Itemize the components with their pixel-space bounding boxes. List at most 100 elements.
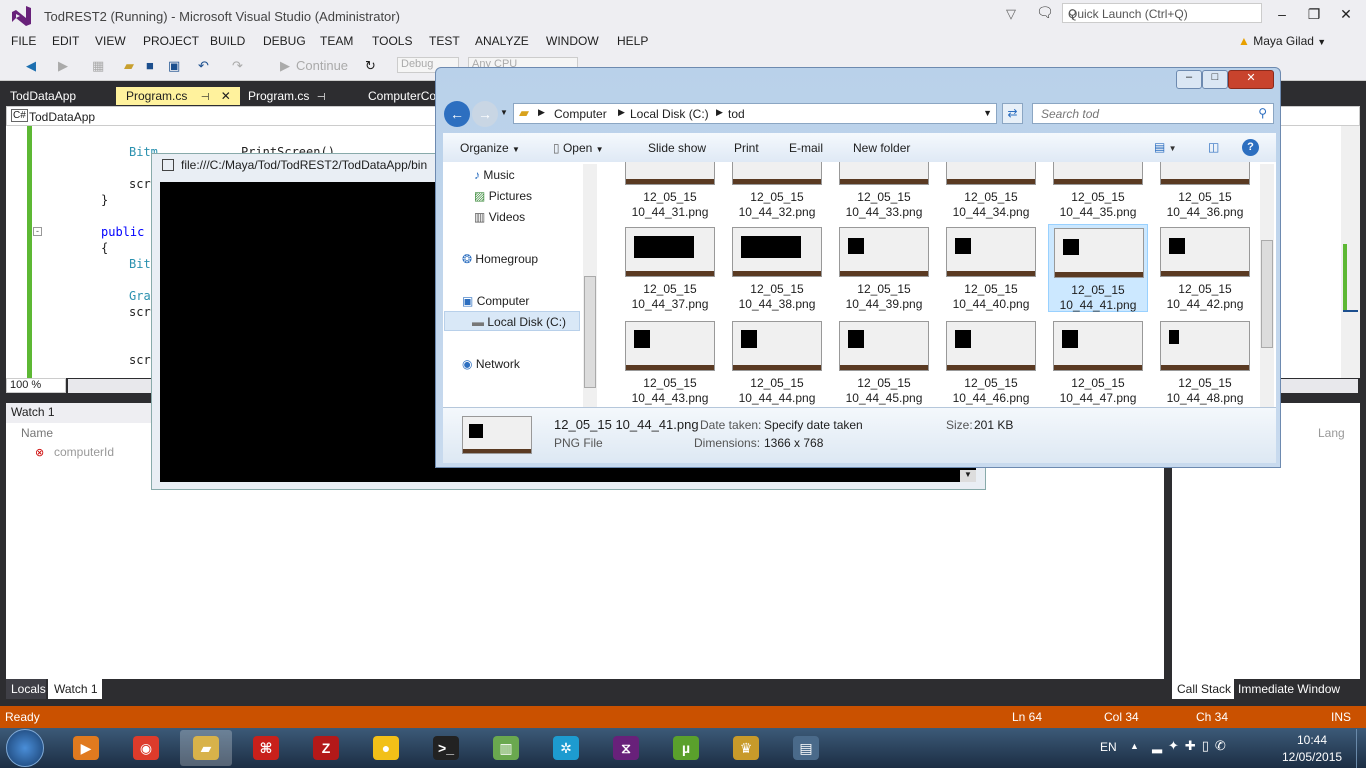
menu-window[interactable]: WINDOW: [546, 34, 599, 48]
continue-icon[interactable]: ▶: [280, 58, 290, 74]
menu-analyze[interactable]: ANALYZE: [475, 34, 529, 48]
save-all-icon[interactable]: ▣: [168, 58, 180, 74]
menu-file[interactable]: FILE: [11, 34, 36, 48]
file-item[interactable]: 12_05_15 10_44_31.png: [620, 162, 720, 220]
taskbar-utorrent[interactable]: µ: [660, 730, 712, 766]
search-input[interactable]: Search tod ⚲: [1032, 103, 1274, 124]
column-name[interactable]: Name: [21, 426, 53, 440]
taskbar-sourcetree[interactable]: ✲: [540, 730, 592, 766]
explorer-minimize-button[interactable]: –: [1176, 70, 1202, 89]
tab-immediate-window[interactable]: Immediate Window: [1238, 679, 1340, 696]
menu-team[interactable]: TEAM: [320, 34, 353, 48]
tab-computercontroller[interactable]: ComputerCo: [358, 87, 438, 105]
clock-time[interactable]: 10:44: [1297, 733, 1327, 747]
user-account[interactable]: ▲ Maya Gilad ▼: [1238, 34, 1326, 48]
menu-project[interactable]: PROJECT: [143, 34, 199, 48]
panel-menu-icon[interactable]: ▼ ⊣ ✕: [1310, 404, 1346, 417]
explorer-close-button[interactable]: ✕: [1228, 70, 1274, 89]
filter-icon[interactable]: ▽: [1006, 6, 1016, 22]
tray-expand-icon[interactable]: ▲: [1130, 741, 1139, 751]
taskbar-chrome[interactable]: ◉: [120, 730, 172, 766]
menu-debug[interactable]: DEBUG: [263, 34, 306, 48]
forward-icon[interactable]: ▶: [58, 58, 68, 74]
zoom-select[interactable]: 100 %: [6, 378, 66, 393]
taskbar-cmd[interactable]: >_: [420, 730, 472, 766]
explorer-maximize-button[interactable]: □: [1202, 70, 1228, 89]
file-item[interactable]: 12_05_15 10_44_38.png: [727, 224, 827, 312]
menu-test[interactable]: TEST: [429, 34, 460, 48]
tab-toddataapp[interactable]: TodDataApp: [0, 87, 84, 105]
new-folder-button[interactable]: New folder: [853, 141, 910, 155]
tab-program[interactable]: Program.cs ⊣: [238, 87, 333, 105]
view-options-icon[interactable]: ▤ ▼: [1154, 140, 1177, 154]
forward-button[interactable]: →: [472, 101, 498, 127]
file-item[interactable]: 12_05_15 10_44_39.png: [834, 224, 934, 312]
taskbar-app-window[interactable]: ▤: [780, 730, 832, 766]
show-desktop-button[interactable]: [1356, 729, 1366, 768]
breadcrumb-local-disk[interactable]: Local Disk (C:): [630, 107, 709, 121]
file-item[interactable]: 12_05_15 10_44_43.png: [620, 318, 720, 406]
minimize-button[interactable]: –: [1272, 6, 1292, 22]
close-tab-icon[interactable]: ✕: [221, 89, 231, 103]
open-folder-icon[interactable]: ▰: [124, 58, 134, 74]
continue-button[interactable]: Continue: [296, 58, 348, 73]
tab-program-active[interactable]: Program.cs ⊣ ✕: [116, 87, 240, 105]
watch-row-name[interactable]: computerId: [54, 445, 114, 459]
taskbar-acrobat[interactable]: ⌘: [240, 730, 292, 766]
nav-homegroup[interactable]: ❂ Homegroup: [462, 252, 538, 266]
file-item[interactable]: 12_05_15 10_44_32.png: [727, 162, 827, 220]
taskbar-visual-studio[interactable]: ⧖: [600, 730, 652, 766]
file-item[interactable]: 12_05_15 10_44_37.png: [620, 224, 720, 312]
taskbar-duck-app[interactable]: ●: [360, 730, 412, 766]
collapse-icon[interactable]: -: [33, 227, 42, 236]
taskbar-file-explorer[interactable]: ▰: [180, 730, 232, 766]
refresh-icon[interactable]: ↻: [365, 58, 376, 74]
file-item[interactable]: 12_05_15 10_44_36.png: [1155, 162, 1255, 220]
tab-watch1[interactable]: Watch 1: [48, 679, 102, 699]
file-item[interactable]: 12_05_15 10_44_46.png: [941, 318, 1041, 406]
file-item[interactable]: 12_05_15 10_44_44.png: [727, 318, 827, 406]
tray-icons[interactable]: ▂✦✚▯✆: [1152, 738, 1232, 754]
language-indicator[interactable]: EN: [1100, 740, 1117, 754]
nav-scroll-thumb[interactable]: [584, 276, 596, 388]
email-button[interactable]: E-mail: [789, 141, 823, 155]
pin-icon[interactable]: ⊣: [201, 92, 210, 103]
file-item[interactable]: 12_05_15 10_44_48.png: [1155, 318, 1255, 406]
taskbar-media-player[interactable]: ▶: [60, 730, 112, 766]
address-bar[interactable]: ▰ ▶ Computer ▶ Local Disk (C:) ▶ tod ▼: [513, 103, 997, 124]
taskbar-filezilla[interactable]: Z: [300, 730, 352, 766]
file-item[interactable]: 12_05_15 10_44_40.png: [941, 224, 1041, 312]
project-dropdown[interactable]: TodDataApp: [29, 110, 95, 124]
organize-button[interactable]: Organize ▼: [460, 141, 520, 155]
file-item[interactable]: 12_05_15 10_44_47.png: [1048, 318, 1148, 406]
taskbar-notepad-chart[interactable]: ▥: [480, 730, 532, 766]
save-icon[interactable]: ■: [146, 58, 154, 73]
detail-date-value[interactable]: Specify date taken: [764, 418, 863, 432]
breadcrumb-computer[interactable]: Computer: [554, 107, 607, 121]
slide-show-button[interactable]: Slide show: [648, 141, 706, 155]
restore-button[interactable]: ❐: [1304, 6, 1324, 23]
file-item[interactable]: 12_05_15 10_44_33.png: [834, 162, 934, 220]
recent-pages-icon[interactable]: ▼: [500, 108, 508, 117]
menu-view[interactable]: VIEW: [95, 34, 126, 48]
file-item[interactable]: 12_05_15 10_44_35.png: [1048, 162, 1148, 220]
redo-icon[interactable]: ↷: [232, 58, 243, 74]
taskbar-game-icon[interactable]: ♛: [720, 730, 772, 766]
nav-music[interactable]: ♪ Music: [474, 168, 515, 182]
undo-icon[interactable]: ↶: [198, 58, 209, 74]
files-scroll-thumb[interactable]: [1261, 240, 1273, 348]
nav-pictures[interactable]: ▨ Pictures: [474, 189, 532, 203]
open-button[interactable]: ▯ Open ▼: [553, 141, 604, 155]
tab-locals[interactable]: Locals: [6, 679, 46, 699]
file-item[interactable]: 12_05_15 10_44_34.png: [941, 162, 1041, 220]
back-button[interactable]: ←: [444, 101, 470, 127]
nav-local-disk[interactable]: ▬ Local Disk (C:): [472, 315, 566, 329]
feedback-icon[interactable]: 🗨: [1036, 4, 1054, 21]
back-icon[interactable]: ◀: [26, 58, 36, 74]
print-button[interactable]: Print: [734, 141, 759, 155]
preview-pane-icon[interactable]: ◫: [1208, 140, 1219, 154]
menu-build[interactable]: BUILD: [210, 34, 245, 48]
refresh-icon[interactable]: ⇄: [1002, 103, 1023, 124]
breadcrumb-tod[interactable]: tod: [728, 107, 745, 121]
file-item[interactable]: 12_05_15 10_44_41.png: [1048, 224, 1148, 312]
